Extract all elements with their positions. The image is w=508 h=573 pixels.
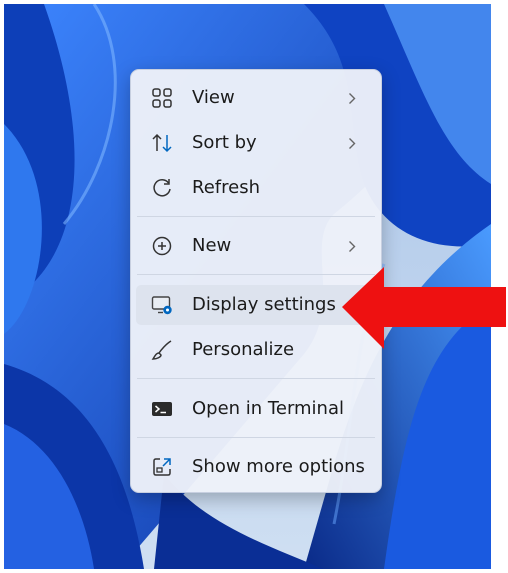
menu-item-show-more-options[interactable]: Show more options [136,447,376,487]
menu-item-label: Refresh [192,177,260,198]
menu-item-label: View [192,87,235,108]
refresh-icon [153,179,171,197]
display-settings-icon [151,296,172,315]
chevron-right-icon [349,241,356,252]
terminal-icon [152,402,172,416]
menu-item-label: Display settings [192,294,336,315]
menu-item-label: New [192,235,232,256]
menu-item-view[interactable]: View [136,78,376,118]
menu-item-refresh[interactable]: Refresh [136,168,376,208]
menu-separator [137,378,375,379]
menu-item-open-in-terminal[interactable]: Open in Terminal [136,389,376,429]
chevron-right-icon [349,138,356,149]
menu-item-sort-by[interactable]: Sort by [136,123,376,163]
brush-icon [151,340,172,360]
menu-item-label: Show more options [192,456,365,477]
plus-circle-icon [152,236,172,256]
menu-separator [137,216,375,217]
sort-icon [152,133,172,153]
red-arrow-annotation [342,267,506,349]
expand-icon [153,458,171,476]
menu-item-label: Open in Terminal [192,398,344,419]
menu-item-new[interactable]: New [136,226,376,266]
menu-item-label: Personalize [192,339,295,360]
grid-icon [152,88,172,108]
menu-item-label: Sort by [192,132,257,153]
menu-separator [137,437,375,438]
chevron-right-icon [349,93,356,104]
